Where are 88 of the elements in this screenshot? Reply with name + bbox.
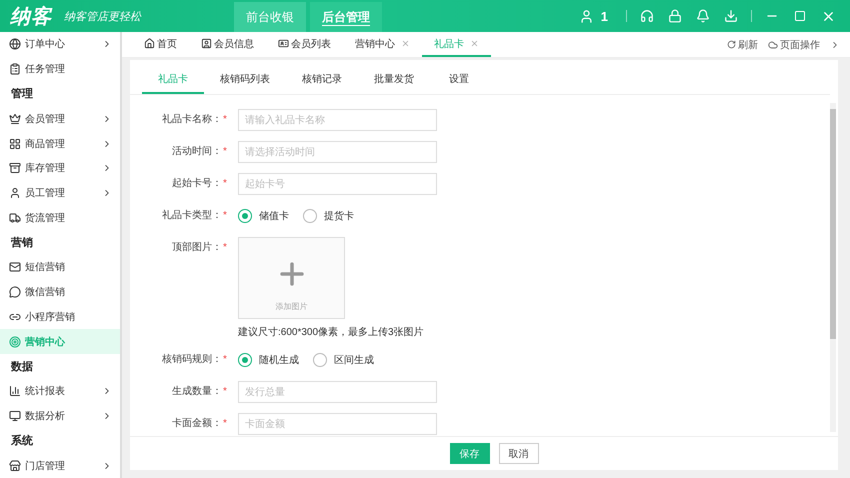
sidebar-item[interactable]: 数据分析 [0,404,120,428]
sidebar-item[interactable]: 任务管理 [0,56,120,82]
page-action[interactable]: 页面操作 [768,32,820,57]
monitor-icon [9,410,21,422]
sidebar-item[interactable]: 小程序营销 [0,304,120,330]
field-label: 顶部图片： [171,240,222,255]
required-mark: * [223,385,228,399]
logo: 纳客 [10,4,52,30]
input-field[interactable]: 请选择活动时间 [238,141,437,163]
crown-icon [9,112,21,125]
user-count: 1 [600,8,608,24]
sidebar-heading: 系统 [10,434,34,450]
input-field[interactable]: 起始卡号 [238,173,437,195]
field-label: 礼品卡名称： [161,112,222,127]
required-mark: * [223,145,228,159]
sidebar-item[interactable]: 员工管理 [0,180,120,206]
radio-dot[interactable] [313,353,327,367]
page-tab[interactable]: 会员信息 [189,32,266,57]
globe-icon [9,38,21,50]
page-tab[interactable]: 会员列表 [266,32,343,57]
radio-dot[interactable] [238,209,252,223]
scrollbar[interactable] [830,103,836,432]
upload-hint: 建议尺寸:600*300像素，最多上传3张图片 [238,326,424,339]
slogan: 纳客管店更轻松 [64,10,142,24]
field-label: 生成数量： [171,384,222,399]
required-mark: * [223,241,228,255]
radio-dot[interactable] [303,209,317,223]
maximize-icon[interactable] [794,10,806,22]
clipboard-icon [9,63,21,76]
page-tab[interactable]: 营销中心 [343,32,422,57]
input-field[interactable]: 请输入礼品卡名称 [238,109,437,131]
radio-dot[interactable] [238,353,252,367]
sidebar-item[interactable]: 会员管理 [0,106,120,132]
input-field[interactable]: 发行总量 [238,381,437,403]
headset-icon[interactable] [640,9,654,23]
required-mark: * [223,209,228,223]
field-label: 起始卡号： [171,176,222,191]
sidebar-item[interactable]: 货流管理 [0,205,120,230]
sidebar-heading: 管理 [10,87,34,102]
sub-tab[interactable]: 核销记录 [286,72,358,94]
store-icon [9,460,21,472]
lock-icon[interactable] [668,9,682,23]
required-mark: * [223,417,228,431]
close-tab-icon[interactable] [470,39,479,48]
radio-option[interactable]: 储值卡 [238,209,289,223]
cancel-button[interactable]: 取消 [498,443,538,464]
page-tab[interactable]: 首页 [132,32,189,57]
home-icon [144,38,155,49]
sidebar-item[interactable]: 短信营销 [0,255,120,280]
field-label: 礼品卡类型： [161,208,222,223]
sidebar-heading: 营销 [10,236,34,252]
radio-option[interactable]: 随机生成 [238,353,299,367]
field-label: 活动时间： [171,144,222,159]
radio-option[interactable]: 区间生成 [313,353,374,367]
cloud-icon [768,40,778,50]
user-icon[interactable] [579,8,594,24]
target-icon [9,336,21,348]
download-icon[interactable] [724,9,738,23]
bar-chart-icon [9,385,21,398]
field-label: 核销码规则： [161,352,222,367]
sidebar-item[interactable]: 库存管理 [0,156,120,181]
mail-icon [9,261,21,274]
chat-bubble-icon [9,286,21,298]
refresh-icon [727,40,736,49]
bell-icon[interactable] [696,9,710,23]
required-mark: * [223,353,228,367]
sub-tab[interactable]: 设置 [430,72,488,94]
sidebar-item[interactable]: 门店管理 [0,453,120,478]
sidebar-item[interactable]: 统计报表 [0,378,120,404]
grid-icon [9,138,21,150]
radio-option[interactable]: 提货卡 [303,209,354,223]
sidebar-item[interactable]: 微信营销 [0,280,120,305]
truck-icon [9,212,21,224]
sidebar-item[interactable]: 商品管理 [0,131,120,156]
sidebar-heading: 数据 [10,360,34,376]
sub-tab[interactable]: 批量发货 [358,72,430,94]
required-mark: * [223,113,228,127]
field-label: 卡面金额： [171,416,222,431]
sub-tab[interactable]: 核销码列表 [204,72,286,94]
sidebar-item[interactable]: 订单中心 [0,32,120,57]
page-action[interactable]: 刷新 [727,32,758,57]
archive-icon [9,162,21,174]
user-icon [9,187,21,200]
close-tab-icon[interactable] [401,39,410,48]
input-field[interactable]: 卡面金额 [238,413,437,435]
user-card-icon [201,38,212,49]
id-card-icon [278,38,289,49]
required-mark: * [223,177,228,191]
